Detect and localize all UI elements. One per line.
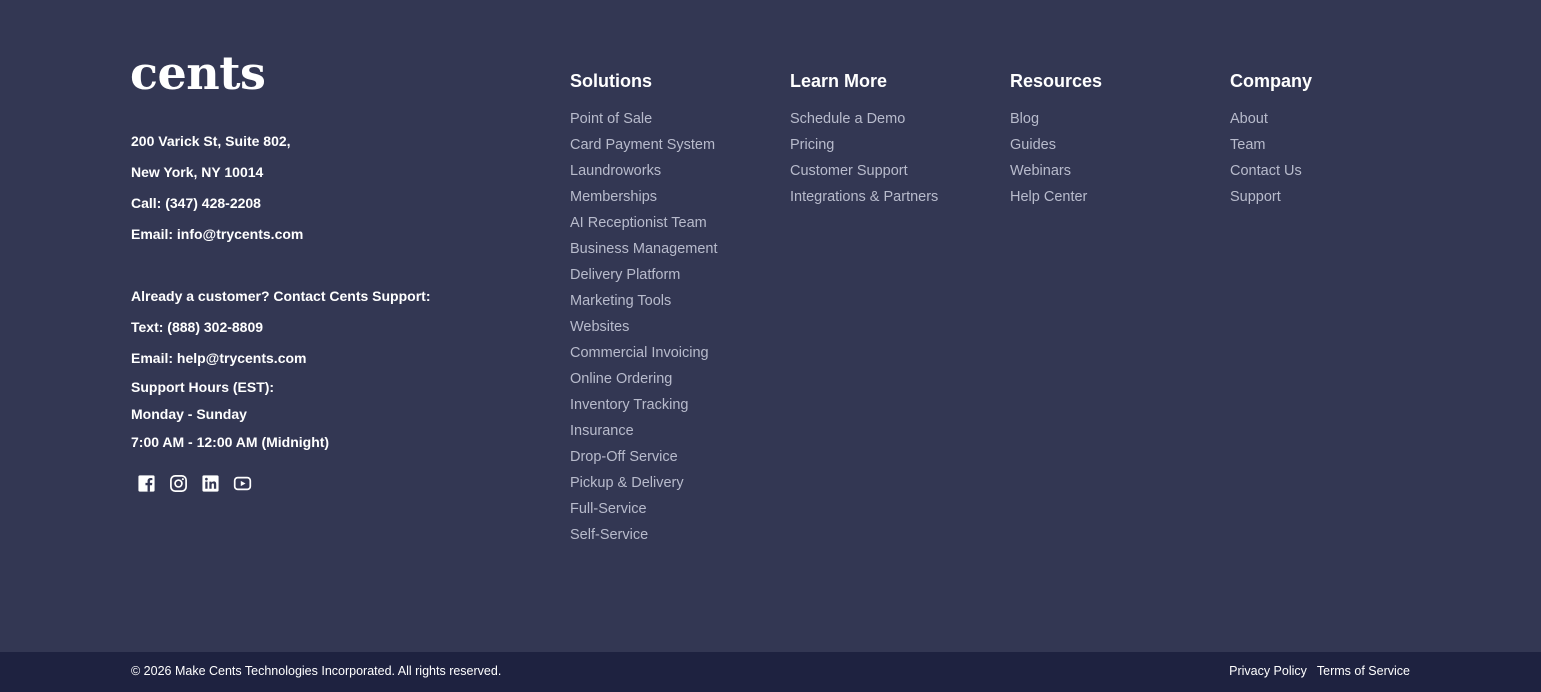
social-links: [137, 474, 252, 493]
link-about[interactable]: About: [1230, 106, 1312, 132]
link-online-ordering[interactable]: Online Ordering: [570, 366, 718, 392]
support-heading: Already a customer? Contact Cents Suppor…: [131, 288, 431, 304]
terms-of-service-link[interactable]: Terms of Service: [1317, 664, 1410, 678]
learn-more-heading: Learn More: [790, 71, 888, 91]
company-links: About Team Contact Us Support: [1230, 106, 1312, 210]
support-hours-label: Support Hours (EST):: [131, 379, 275, 395]
learn-more-links: Schedule a Demo Pricing Customer Support…: [790, 106, 938, 210]
link-integrations-partners[interactable]: Integrations & Partners: [790, 184, 938, 210]
solutions-links: Point of Sale Card Payment System Laundr…: [570, 106, 718, 548]
address-line-2: New York, NY 10014: [131, 164, 264, 180]
solutions-heading: Solutions: [570, 71, 652, 91]
link-webinars[interactable]: Webinars: [1010, 158, 1102, 184]
contact-email[interactable]: Email: info@trycents.com: [131, 226, 303, 242]
link-help-center[interactable]: Help Center: [1010, 184, 1102, 210]
facebook-icon[interactable]: [137, 474, 156, 493]
support-email[interactable]: Email: help@trycents.com: [131, 350, 306, 366]
support-text-number[interactable]: Text: (888) 302-8809: [131, 319, 263, 335]
cents-logo[interactable]: cents: [130, 50, 266, 96]
copyright-text: © 2026 Make Cents Technologies Incorpora…: [131, 664, 502, 678]
resources-column: Resources Blog Guides Webinars Help Cent…: [1010, 70, 1102, 210]
link-contact-us[interactable]: Contact Us: [1230, 158, 1312, 184]
link-schedule-demo[interactable]: Schedule a Demo: [790, 106, 938, 132]
link-blog[interactable]: Blog: [1010, 106, 1102, 132]
link-customer-support[interactable]: Customer Support: [790, 158, 938, 184]
instagram-icon[interactable]: [169, 474, 188, 493]
address-line-1: 200 Varick St, Suite 802,: [131, 133, 291, 149]
link-full-service[interactable]: Full-Service: [570, 496, 718, 522]
resources-links: Blog Guides Webinars Help Center: [1010, 106, 1102, 210]
learn-more-column: Learn More Schedule a Demo Pricing Custo…: [790, 70, 938, 210]
link-inventory-tracking[interactable]: Inventory Tracking: [570, 392, 718, 418]
support-hours-time: 7:00 AM - 12:00 AM (Midnight): [131, 434, 330, 450]
link-guides[interactable]: Guides: [1010, 132, 1102, 158]
link-delivery-platform[interactable]: Delivery Platform: [570, 262, 718, 288]
legal-links: Privacy Policy Terms of Service: [1229, 664, 1410, 678]
link-insurance[interactable]: Insurance: [570, 418, 718, 444]
company-heading: Company: [1230, 71, 1313, 91]
site-footer: cents 200 Varick St, Suite 802, New York…: [0, 0, 1541, 652]
company-column: Company About Team Contact Us Support: [1230, 70, 1312, 210]
solutions-column: Solutions Point of Sale Card Payment Sys…: [570, 70, 718, 548]
link-support[interactable]: Support: [1230, 184, 1312, 210]
link-pickup-delivery[interactable]: Pickup & Delivery: [570, 470, 718, 496]
link-websites[interactable]: Websites: [570, 314, 718, 340]
bottom-bar: © 2026 Make Cents Technologies Incorpora…: [0, 652, 1541, 692]
link-team[interactable]: Team: [1230, 132, 1312, 158]
resources-heading: Resources: [1010, 71, 1103, 91]
link-laundroworks[interactable]: Laundroworks: [570, 158, 718, 184]
linkedin-icon[interactable]: [201, 474, 220, 493]
link-drop-off-service[interactable]: Drop-Off Service: [570, 444, 718, 470]
link-memberships[interactable]: Memberships: [570, 184, 718, 210]
support-hours-days: Monday - Sunday: [131, 406, 247, 422]
phone-number[interactable]: Call: (347) 428-2208: [131, 195, 261, 211]
link-self-service[interactable]: Self-Service: [570, 522, 718, 548]
link-point-of-sale[interactable]: Point of Sale: [570, 106, 718, 132]
link-card-payment-system[interactable]: Card Payment System: [570, 132, 718, 158]
privacy-policy-link[interactable]: Privacy Policy: [1229, 664, 1307, 678]
link-commercial-invoicing[interactable]: Commercial Invoicing: [570, 340, 718, 366]
link-business-management[interactable]: Business Management: [570, 236, 718, 262]
youtube-icon[interactable]: [233, 474, 252, 493]
link-pricing[interactable]: Pricing: [790, 132, 938, 158]
link-ai-receptionist-team[interactable]: AI Receptionist Team: [570, 210, 718, 236]
link-marketing-tools[interactable]: Marketing Tools: [570, 288, 718, 314]
